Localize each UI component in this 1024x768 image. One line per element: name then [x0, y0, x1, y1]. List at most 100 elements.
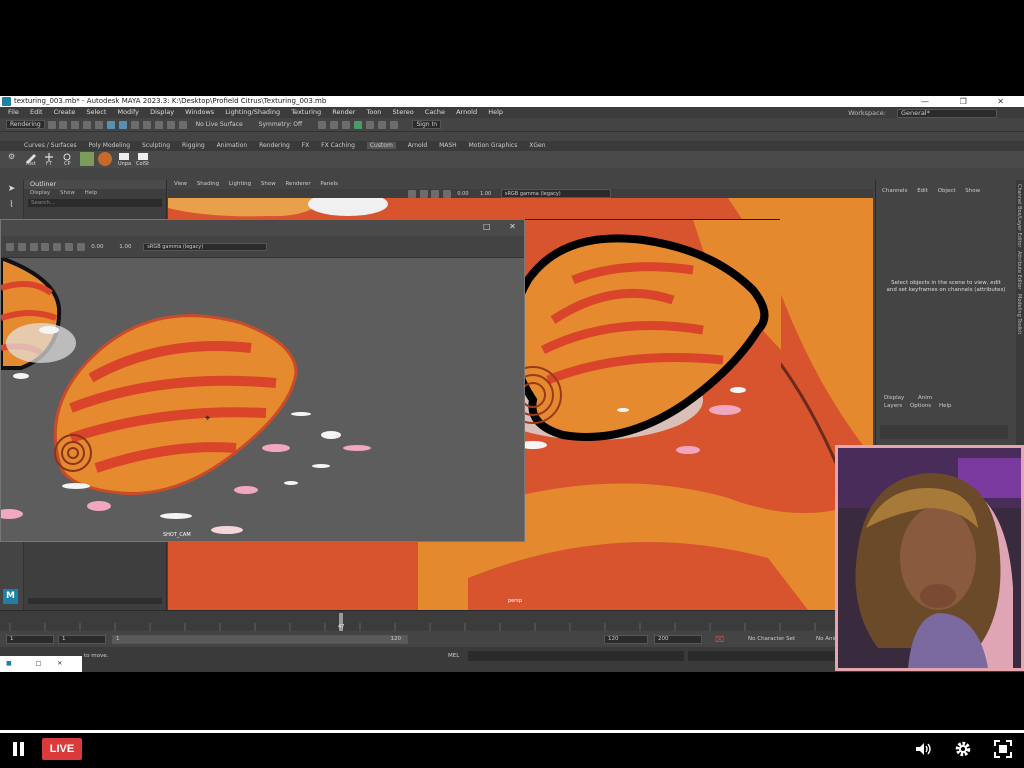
shelf-tab-arnold[interactable]: Arnold — [408, 142, 427, 149]
viewport-colorspace-dropdown[interactable]: sRGB gamma (legacy) — [500, 189, 611, 198]
symmetry-label[interactable]: Symmetry: Off — [259, 121, 302, 128]
save-scene-icon[interactable] — [71, 120, 80, 129]
shelf-tab-poly[interactable]: Poly Modeling — [89, 142, 131, 149]
select-by-hierarchy-icon[interactable] — [107, 120, 116, 129]
shot-cam-viewport[interactable]: SHOT_CAM ⌖ — [1, 255, 524, 541]
character-set-dropdown[interactable]: No Character Set — [748, 636, 795, 642]
layer-tab-display[interactable]: Display — [884, 395, 904, 401]
floating-window-controls[interactable]: □ ✕ — [483, 222, 524, 231]
outliner-menu-show[interactable]: Show — [60, 190, 75, 196]
float-lock-icon[interactable] — [17, 242, 26, 251]
shelf-tab-motion-graphics[interactable]: Motion Graphics — [469, 142, 518, 149]
shelf-tab-fx-caching[interactable]: FX Caching — [321, 142, 355, 149]
snap-point-icon[interactable] — [154, 120, 163, 129]
float-wireframe-icon[interactable] — [29, 242, 38, 251]
shelf-delete-history-icon[interactable]: Hist — [24, 152, 38, 167]
menu-arnold[interactable]: Arnold — [456, 108, 477, 116]
side-tab-attribute-editor[interactable]: Attribute Editor — [1016, 251, 1022, 289]
outliner-search-input[interactable]: Search... — [28, 199, 162, 207]
channel-menu-object[interactable]: Object — [938, 188, 956, 194]
pause-icon[interactable] — [12, 742, 26, 756]
volume-icon[interactable] — [913, 739, 933, 759]
shelf-colorset-icon[interactable]: ColSt — [136, 152, 150, 167]
shelf-tab-xgen[interactable]: XGen — [529, 142, 545, 149]
settings-gear-icon[interactable] — [953, 739, 973, 759]
layer-tab-anim[interactable]: Anim — [918, 395, 932, 401]
channel-menu-edit[interactable]: Edit — [917, 188, 928, 194]
shot-cam-panel-window[interactable]: □ ✕ 0.00 1.00 sRGB gamma (legacy) SHOT_C… — [0, 219, 525, 542]
range-slider[interactable]: 1 120 — [112, 635, 408, 644]
menu-display[interactable]: Display — [150, 108, 174, 116]
side-tab-modeling-toolkit[interactable]: Modeling Toolkit — [1016, 294, 1022, 334]
menu-file[interactable]: File — [8, 108, 19, 116]
snap-surface-icon[interactable] — [178, 120, 187, 129]
menu-lighting-shading[interactable]: Lighting/Shading — [225, 108, 280, 116]
shelf-unfold-icon[interactable]: Unpa — [117, 152, 131, 167]
menu-edit[interactable]: Edit — [30, 108, 43, 116]
playback-end-field[interactable]: 120 — [604, 635, 648, 644]
fullscreen-icon[interactable] — [993, 739, 1013, 759]
viewport-menu-show[interactable]: Show — [261, 181, 276, 187]
shelf-checker-icon[interactable] — [80, 152, 94, 166]
select-by-object-icon[interactable] — [119, 120, 128, 129]
render-frame-icon[interactable] — [318, 120, 327, 129]
float-exposure-value[interactable]: 0.00 — [91, 244, 103, 250]
shelf-tab-curves[interactable]: Curves / Surfaces — [24, 142, 77, 149]
viewport-menu-renderer[interactable]: Renderer — [285, 181, 310, 187]
viewport-wireframe-icon[interactable] — [419, 189, 428, 198]
menu-windows[interactable]: Windows — [185, 108, 214, 116]
menuset-dropdown[interactable]: Rendering — [6, 120, 45, 129]
viewport-smooth-icon[interactable] — [431, 189, 440, 198]
snap-grid-icon[interactable] — [131, 120, 140, 129]
menu-modify[interactable]: Modify — [117, 108, 139, 116]
menu-help[interactable]: Help — [488, 108, 503, 116]
stream-progress-bar[interactable] — [0, 730, 1024, 733]
viewport-menu-panels[interactable]: Panels — [320, 181, 338, 187]
shelf-tab-rigging[interactable]: Rigging — [182, 142, 205, 149]
shelf-tab-mash[interactable]: MASH — [439, 142, 457, 149]
redo-icon[interactable] — [95, 120, 104, 129]
outliner-scrollbar[interactable] — [28, 598, 162, 604]
scene-end-field[interactable]: 200 — [654, 635, 702, 644]
float-colorspace-dropdown[interactable]: sRGB gamma (legacy) — [143, 242, 268, 251]
snap-view-icon[interactable] — [166, 120, 175, 129]
shelf-tab-rendering[interactable]: Rendering — [259, 142, 290, 149]
snap-curve-icon[interactable] — [142, 120, 151, 129]
shelf-center-pivot-icon[interactable]: CP — [60, 152, 74, 167]
select-tool-icon[interactable]: ➤ — [5, 184, 19, 196]
minimized-close-icon[interactable]: ✕ — [57, 660, 62, 667]
side-tab-channel-box[interactable]: Channel Box/Layer Editor — [1016, 184, 1022, 247]
ipr-render-icon[interactable] — [329, 120, 338, 129]
viewport-gamma-value[interactable]: 1.00 — [480, 191, 491, 197]
menu-render[interactable]: Render — [332, 108, 355, 116]
viewport-menu-lighting[interactable]: Lighting — [229, 181, 251, 187]
viewport-exposure-value[interactable]: 0.00 — [457, 191, 468, 197]
scene-start-field[interactable]: 1 — [6, 635, 54, 644]
menu-select[interactable]: Select — [86, 108, 106, 116]
shelf-tab-fx[interactable]: FX — [302, 142, 310, 149]
shelf-freeze-transform-icon[interactable]: FT — [42, 152, 56, 167]
window-controls[interactable]: — ❐ ✕ — [921, 96, 1018, 107]
shelf-tab-custom[interactable]: Custom — [366, 142, 396, 149]
layer-menu-options[interactable]: Options — [910, 403, 931, 409]
new-scene-icon[interactable] — [47, 120, 56, 129]
pause-render-icon[interactable] — [389, 120, 398, 129]
viewport-camera-icon[interactable] — [408, 189, 416, 198]
shelf-tab-animation[interactable]: Animation — [217, 142, 248, 149]
viewport-menu-shading[interactable]: Shading — [197, 181, 219, 187]
menu-texturing[interactable]: Texturing — [291, 108, 321, 116]
outliner-menu-display[interactable]: Display — [30, 190, 50, 196]
auto-key-icon[interactable]: ⌧ — [715, 635, 724, 644]
shelf-gear-icon[interactable]: ⚙ — [8, 152, 22, 166]
lasso-tool-icon[interactable]: ⌇ — [5, 200, 19, 212]
channel-menu-show[interactable]: Show — [965, 188, 980, 194]
undo-icon[interactable] — [83, 120, 92, 129]
viewport-menu-view[interactable]: View — [174, 181, 187, 187]
layer-list[interactable] — [880, 425, 1008, 439]
float-isolate-icon[interactable] — [76, 242, 85, 251]
minimized-restore-icon[interactable]: □ — [36, 660, 42, 667]
mel-input[interactable] — [468, 651, 684, 661]
live-badge[interactable]: LIVE — [42, 738, 82, 760]
float-gamma-value[interactable]: 1.00 — [119, 244, 131, 250]
shelf-material-ball-icon[interactable] — [98, 152, 112, 166]
